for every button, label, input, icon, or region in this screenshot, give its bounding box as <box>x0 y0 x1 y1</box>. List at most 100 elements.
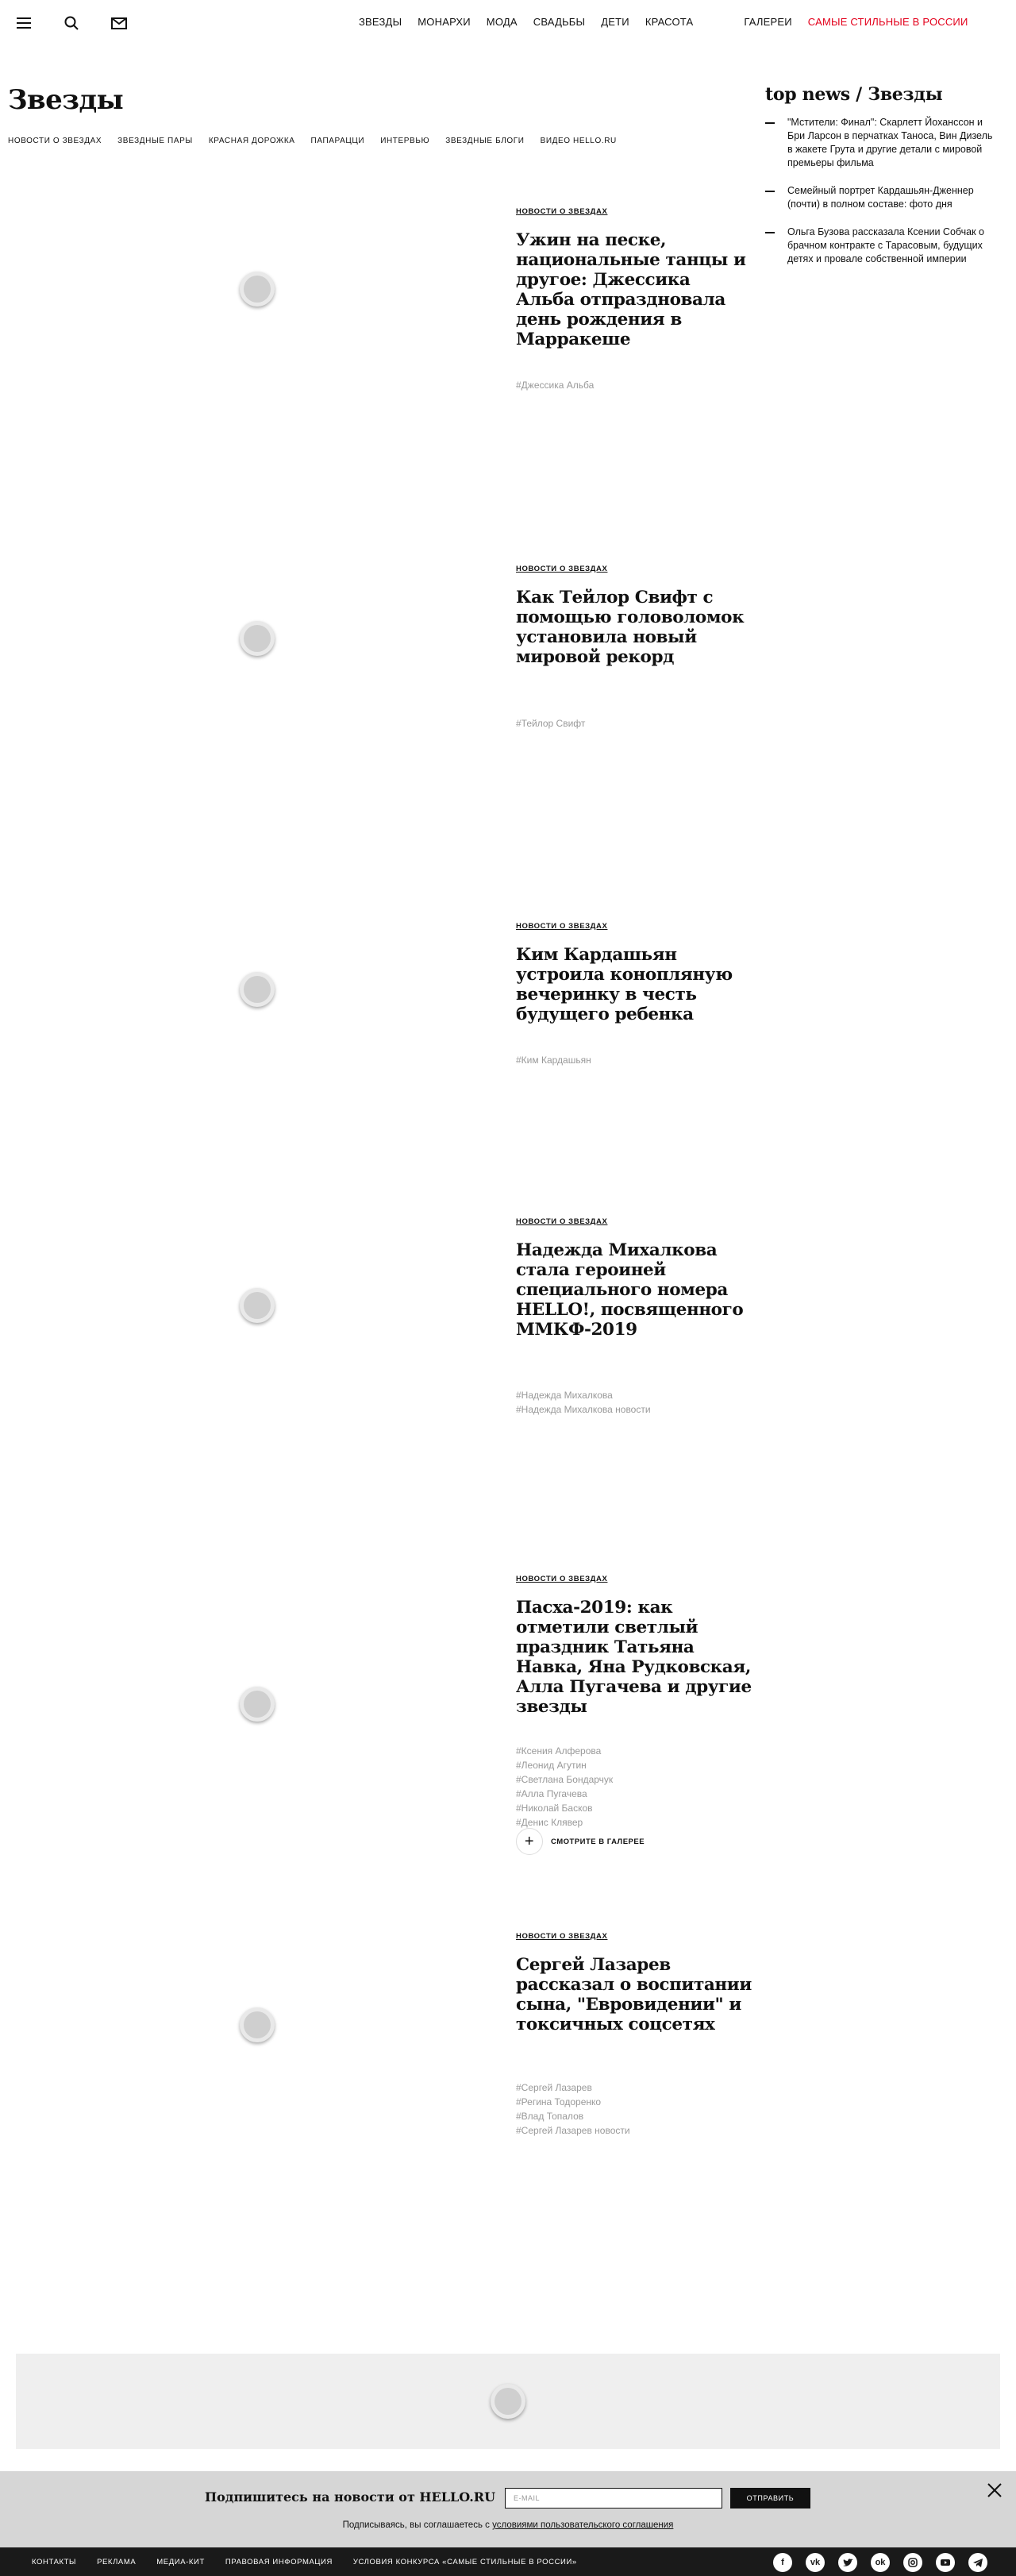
telegram-icon[interactable] <box>968 2553 987 2572</box>
footer: КОНТАКТЫ РЕКЛАМА МЕДИА-КИТ ПРАВОВАЯ ИНФО… <box>0 2547 1016 2576</box>
article-image[interactable] <box>0 918 514 1077</box>
footer-link[interactable]: РЕКЛАМА <box>97 2558 136 2566</box>
subnav-item[interactable]: ПАПАРАЦЦИ <box>311 137 365 145</box>
article-image[interactable] <box>0 1571 514 1809</box>
nav-item-kids[interactable]: ДЕТИ <box>601 16 629 28</box>
subnav-item[interactable]: НОВОСТИ О ЗВЕЗДАХ <box>8 137 102 145</box>
user-agreement-link[interactable]: условиями пользовательского соглашения <box>492 2520 673 2530</box>
top-bar: ЗВЕЗДЫ МОНАРХИ МОДА СВАДЬБЫ ДЕТИ КРАСОТА… <box>0 0 1016 46</box>
article-headline[interactable]: Пасха-2019: как отметили светлый праздни… <box>516 1598 754 1717</box>
article-headline[interactable]: Сергей Лазарев рассказал о воспитании сы… <box>516 1955 754 2034</box>
footer-link[interactable]: КОНТАКТЫ <box>32 2558 76 2566</box>
nav-item-fashion[interactable]: МОДА <box>487 16 518 28</box>
subnav-item[interactable]: ИНТЕРВЬЮ <box>380 137 429 145</box>
youtube-icon[interactable] <box>936 2553 955 2572</box>
plus-icon: + <box>516 1828 543 1855</box>
article-card: НОВОСТИ О ЗВЕЗДАХ Пасха-2019: как отмети… <box>0 1571 762 1872</box>
article-content: НОВОСТИ О ЗВЕЗДАХ Надежда Михалкова стал… <box>516 1213 754 1415</box>
search-icon[interactable] <box>62 13 81 33</box>
close-icon[interactable] <box>986 2482 1003 2499</box>
ad-banner[interactable] <box>16 2354 1000 2449</box>
subnav-item[interactable]: ЗВЕЗДНЫЕ БЛОГИ <box>445 137 524 145</box>
article-tag[interactable]: #Сергей Лазарев новости <box>516 2123 630 2138</box>
subnav-item[interactable]: КРАСНАЯ ДОРОЖКА <box>209 137 295 145</box>
article-image[interactable] <box>0 561 514 719</box>
article-card: НОВОСТИ О ЗВЕЗДАХ Ужин на песке, национа… <box>0 203 762 505</box>
vk-icon[interactable]: vk <box>806 2553 825 2572</box>
odnoklassniki-icon[interactable]: ok <box>871 2553 890 2572</box>
loading-spinner-icon <box>240 2007 275 2042</box>
article-image[interactable] <box>0 1213 514 1388</box>
article-tag[interactable]: #Регина Тодоренко <box>516 2095 630 2109</box>
nav-item-galleries[interactable]: ГАЛЕРЕИ <box>744 16 791 28</box>
article-category[interactable]: НОВОСТИ О ЗВЕЗДАХ <box>516 1932 607 1941</box>
top-news-sidebar: top news / Звезды "Мстители: Финал": Ска… <box>765 84 997 280</box>
subnav-item[interactable]: ЗВЕЗДНЫЕ ПАРЫ <box>117 137 193 145</box>
footer-link[interactable]: ПРАВОВАЯ ИНФОРМАЦИЯ <box>225 2558 333 2566</box>
article-card: НОВОСТИ О ЗВЕЗДАХ Надежда Михалкова стал… <box>0 1213 762 1436</box>
article-card: НОВОСТИ О ЗВЕЗДАХ Сергей Лазарев рассказ… <box>0 1928 762 2150</box>
section-subnav: НОВОСТИ О ЗВЕЗДАХ ЗВЕЗДНЫЕ ПАРЫ КРАСНАЯ … <box>8 137 617 145</box>
article-headline[interactable]: Как Тейлор Свифт с помощью головоломок у… <box>516 588 754 667</box>
article-tag[interactable]: #Влад Топалов <box>516 2109 630 2123</box>
nav-spacer <box>709 16 728 28</box>
instagram-icon[interactable] <box>903 2553 922 2572</box>
loading-spinner-icon <box>240 621 275 656</box>
page-title: Звезды <box>8 84 124 116</box>
newsletter-note: Подписываясь, вы соглашаетесь с условиям… <box>0 2520 1016 2530</box>
nav-item-beauty[interactable]: КРАСОТА <box>645 16 694 28</box>
article-category[interactable]: НОВОСТИ О ЗВЕЗДАХ <box>516 1217 607 1226</box>
article-tags: #Джессика Альба <box>516 378 594 392</box>
article-category[interactable]: НОВОСТИ О ЗВЕЗДАХ <box>516 1575 607 1583</box>
newsletter-note-text: Подписываясь, вы соглашаетесь с <box>342 2520 490 2530</box>
nav-item-monarchs[interactable]: МОНАРХИ <box>418 16 471 28</box>
article-headline[interactable]: Ужин на песке, национальные танцы и друг… <box>516 230 754 349</box>
email-field[interactable] <box>505 2488 722 2509</box>
article-tag[interactable]: #Надежда Михалкова новости <box>516 1402 651 1417</box>
gallery-link[interactable]: + СМОТРИТЕ В ГАЛЕРЕЕ <box>516 1828 645 1855</box>
facebook-icon[interactable]: f <box>773 2553 792 2572</box>
article-card: НОВОСТИ О ЗВЕЗДАХ Ким Кардашьян устроила… <box>0 918 762 1116</box>
article-tag[interactable]: #Тейлор Свифт <box>516 716 585 731</box>
subnav-item[interactable]: ВИДЕО HELLO.RU <box>541 137 617 145</box>
article-tags: #Сергей Лазарев #Регина Тодоренко #Влад … <box>516 2080 630 2138</box>
top-news-item[interactable]: "Мстители: Финал": Скарлетт Йоханссон и … <box>765 116 997 170</box>
article-image[interactable] <box>0 203 514 378</box>
nav-item-most-stylish[interactable]: САМЫЕ СТИЛЬНЫЕ В РОССИИ <box>808 16 968 28</box>
top-news-item[interactable]: Семейный портрет Кардашьян-Дженнер (почт… <box>765 184 997 211</box>
article-content: НОВОСТИ О ЗВЕЗДАХ Сергей Лазарев рассказ… <box>516 1928 754 2136</box>
article-content: НОВОСТИ О ЗВЕЗДАХ Ким Кардашьян устроила… <box>516 918 754 1066</box>
article-tag[interactable]: #Ксения Алферова <box>516 1744 613 1758</box>
article-tag[interactable]: #Леонид Агутин <box>516 1758 613 1772</box>
article-content: НОВОСТИ О ЗВЕЗДАХ Пасха-2019: как отмети… <box>516 1571 754 1855</box>
article-tag[interactable]: #Николай Басков <box>516 1801 613 1815</box>
top-news-list: "Мстители: Финал": Скарлетт Йоханссон и … <box>765 116 997 266</box>
loading-spinner-icon <box>491 2384 525 2419</box>
article-tags: #Надежда Михалкова #Надежда Михалкова но… <box>516 1388 651 1417</box>
article-tag[interactable]: #Светлана Бондарчук <box>516 1772 613 1787</box>
footer-link[interactable]: УСЛОВИЯ КОНКУРСА «САМЫЕ СТИЛЬНЫЕ В РОССИ… <box>353 2558 577 2566</box>
article-image[interactable] <box>0 1928 514 2103</box>
article-category[interactable]: НОВОСТИ О ЗВЕЗДАХ <box>516 922 607 931</box>
article-tag[interactable]: #Ким Кардашьян <box>516 1053 591 1067</box>
mail-icon[interactable] <box>110 13 129 33</box>
article-tag[interactable]: #Джессика Альба <box>516 378 594 392</box>
top-news-item[interactable]: Ольга Бузова рассказала Ксении Собчак о … <box>765 226 997 266</box>
article-tag[interactable]: #Алла Пугачева <box>516 1787 613 1801</box>
article-category[interactable]: НОВОСТИ О ЗВЕЗДАХ <box>516 565 607 573</box>
article-tag[interactable]: #Сергей Лазарев <box>516 2080 630 2095</box>
footer-links: КОНТАКТЫ РЕКЛАМА МЕДИА-КИТ ПРАВОВАЯ ИНФО… <box>32 2558 577 2566</box>
footer-link[interactable]: МЕДИА-КИТ <box>156 2558 205 2566</box>
social-links: f vk ok <box>773 2553 987 2572</box>
article-tag[interactable]: #Надежда Михалкова <box>516 1388 651 1402</box>
menu-icon[interactable] <box>14 13 33 33</box>
twitter-icon[interactable] <box>838 2553 857 2572</box>
send-button[interactable]: ОТПРАВИТЬ <box>730 2488 810 2509</box>
nav-item-weddings[interactable]: СВАДЬБЫ <box>533 16 586 28</box>
article-tags: #Ким Кардашьян <box>516 1053 591 1067</box>
nav-item-stars[interactable]: ЗВЕЗДЫ <box>359 16 402 28</box>
article-headline[interactable]: Ким Кардашьян устроила конопляную вечери… <box>516 945 754 1024</box>
article-tags: #Ксения Алферова #Леонид Агутин #Светлан… <box>516 1744 613 1830</box>
article-category[interactable]: НОВОСТИ О ЗВЕЗДАХ <box>516 207 607 216</box>
article-headline[interactable]: Надежда Михалкова стала героиней специал… <box>516 1240 754 1340</box>
